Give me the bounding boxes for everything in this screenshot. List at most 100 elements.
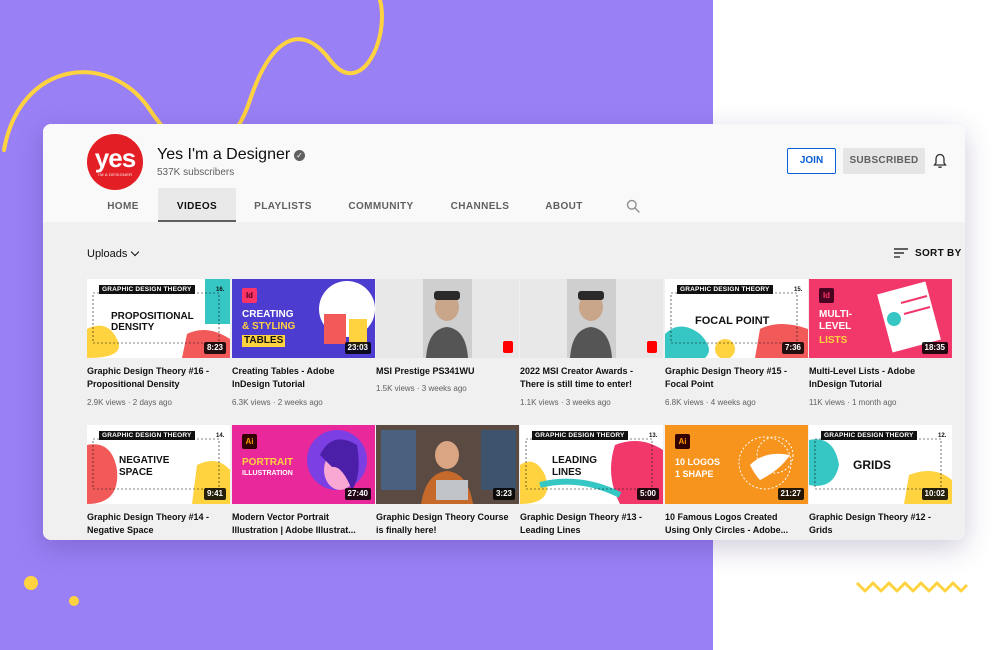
thumbnail-title-line-1: CREATING bbox=[242, 309, 294, 320]
video-duration: 3:23 bbox=[492, 488, 515, 500]
thumbnail-title-line-2: SPACE bbox=[119, 467, 153, 478]
thumbnail-title: PROPOSITIONAL DENSITY bbox=[111, 311, 194, 333]
search-icon[interactable] bbox=[626, 199, 640, 213]
video-card[interactable]: MSI Prestige PS341WU 1.5K views · 3 week… bbox=[376, 279, 519, 419]
video-title[interactable]: Graphic Design Theory #13 - Leading Line… bbox=[520, 511, 660, 537]
thumbnail-badge: GRAPHIC DESIGN THEORY bbox=[99, 285, 195, 294]
video-card[interactable]: GRAPHIC DESIGN THEORY 16. PROPOSITIONAL … bbox=[87, 279, 230, 419]
video-thumbnail[interactable]: Id MULTI- LEVEL LISTS 18:35 bbox=[809, 279, 952, 358]
video-age: 3 weeks ago bbox=[565, 398, 611, 407]
video-card[interactable]: GRAPHIC DESIGN THEORY 12. GRIDS 10:02 Gr… bbox=[809, 425, 952, 540]
video-thumbnail[interactable]: 3:23 bbox=[376, 425, 519, 504]
video-card[interactable]: GRAPHIC DESIGN THEORY 13. LEADING LINES … bbox=[520, 425, 663, 540]
video-title[interactable]: Modern Vector Portrait Illustration | Ad… bbox=[232, 511, 372, 537]
video-card[interactable]: 2022 MSI Creator Awards - There is still… bbox=[520, 279, 663, 419]
thumbnail-title-line-2: 1 SHAPE bbox=[675, 469, 714, 479]
sort-by-button[interactable]: SORT BY bbox=[915, 248, 962, 259]
tab-channels[interactable]: CHANNELS bbox=[441, 188, 519, 222]
thumbnail-title-line-1: MULTI- bbox=[819, 309, 853, 320]
video-age: 3 weeks ago bbox=[421, 384, 467, 393]
video-thumbnail[interactable]: GRAPHIC DESIGN THEORY 13. LEADING LINES … bbox=[520, 425, 663, 504]
channel-tabs: HOME VIDEOS PLAYLISTS COMMUNITY CHANNELS… bbox=[43, 188, 965, 222]
video-card[interactable]: GRAPHIC DESIGN THEORY 14. NEGATIVE SPACE… bbox=[87, 425, 230, 540]
subscribed-button[interactable]: SUBSCRIBED bbox=[843, 148, 925, 174]
shorts-icon bbox=[647, 341, 657, 353]
video-card[interactable]: GRAPHIC DESIGN THEORY 15. FOCAL POINT 7:… bbox=[665, 279, 808, 419]
video-age: 2 days ago bbox=[132, 398, 172, 407]
video-title[interactable]: Graphic Design Theory #14 - Negative Spa… bbox=[87, 511, 227, 537]
thumbnail-badge: GRAPHIC DESIGN THEORY bbox=[821, 431, 917, 440]
thumbnail-title-line-1: PORTRAIT bbox=[242, 457, 294, 468]
channel-avatar[interactable]: yes I'M A DESIGNER bbox=[87, 134, 143, 190]
video-card[interactable]: Ai 10 LOGOS 1 SHAPE 21:27 10 Famous Logo… bbox=[665, 425, 808, 540]
videos-content: Uploads SORT BY GRAPHIC DESIGN THEORY 16… bbox=[43, 222, 965, 540]
video-thumbnail[interactable]: GRAPHIC DESIGN THEORY 16. PROPOSITIONAL … bbox=[87, 279, 230, 358]
notification-bell-icon[interactable] bbox=[933, 153, 947, 169]
video-views: 11K views bbox=[809, 398, 845, 407]
join-button[interactable]: JOIN bbox=[787, 148, 836, 174]
video-title[interactable]: 10 Famous Logos Created Using Only Circl… bbox=[665, 511, 805, 537]
thumbnail-title-line-1: 10 LOGOS bbox=[675, 457, 721, 467]
thumbnail-title-line-1: NEGATIVE bbox=[119, 455, 170, 466]
indesign-app-icon: Id bbox=[242, 288, 257, 303]
thumbnail-title-line-2: & STYLING bbox=[242, 321, 296, 332]
thumbnail-title-line-2: ILLUSTRATION bbox=[242, 470, 293, 477]
video-thumbnail[interactable] bbox=[520, 279, 663, 358]
sort-icon[interactable] bbox=[894, 247, 908, 259]
video-meta: 6.3K views · 2 weeks ago bbox=[232, 398, 323, 407]
video-card[interactable]: Ai PORTRAIT ILLUSTRATION 27:40 Modern Ve… bbox=[232, 425, 375, 540]
illustrator-app-icon: Ai bbox=[675, 434, 690, 449]
video-thumbnail[interactable]: GRAPHIC DESIGN THEORY 15. FOCAL POINT 7:… bbox=[665, 279, 808, 358]
thumbnail-number: 13. bbox=[649, 433, 658, 439]
person-photo-placeholder bbox=[423, 279, 472, 358]
thumbnail-title: GRIDS bbox=[853, 458, 892, 472]
tab-home[interactable]: HOME bbox=[94, 188, 152, 222]
video-thumbnail[interactable]: GRAPHIC DESIGN THEORY 14. NEGATIVE SPACE… bbox=[87, 425, 230, 504]
video-duration: 7:36 bbox=[781, 342, 804, 354]
video-card[interactable]: Id CREATING & STYLING TABLES 23:03 Creat… bbox=[232, 279, 375, 419]
thumbnail-title-line-1: LEADING bbox=[552, 455, 597, 466]
video-views: 6.8K views bbox=[665, 398, 704, 407]
thumbnail-title-line-3: TABLES bbox=[242, 335, 286, 347]
video-card[interactable]: 3:23 Graphic Design Theory Course is fin… bbox=[376, 425, 519, 540]
video-title[interactable]: Graphic Design Theory Course is finally … bbox=[376, 511, 516, 537]
channel-name: Yes I'm a Designer bbox=[157, 146, 291, 163]
video-age: 4 weeks ago bbox=[710, 398, 756, 407]
video-duration: 27:40 bbox=[344, 488, 371, 500]
thumbnail-title-line-3: LISTS bbox=[819, 335, 848, 346]
thumbnail-number: 12. bbox=[938, 433, 947, 439]
tab-community[interactable]: COMMUNITY bbox=[336, 188, 426, 222]
tab-playlists[interactable]: PLAYLISTS bbox=[242, 188, 324, 222]
video-meta: 2.9K views · 2 days ago bbox=[87, 398, 172, 407]
subscriber-count: 537K subscribers bbox=[157, 167, 235, 178]
avatar-logo-text: yes bbox=[94, 143, 136, 173]
video-title[interactable]: Graphic Design Theory #12 - Grids bbox=[809, 511, 949, 537]
video-thumbnail[interactable]: Ai PORTRAIT ILLUSTRATION 27:40 bbox=[232, 425, 375, 504]
video-meta: 1.1K views · 3 weeks ago bbox=[520, 398, 611, 407]
video-thumbnail[interactable]: Ai 10 LOGOS 1 SHAPE 21:27 bbox=[665, 425, 808, 504]
video-title[interactable]: MSI Prestige PS341WU bbox=[376, 365, 516, 378]
video-thumbnail[interactable] bbox=[376, 279, 519, 358]
thumbnail-number: 16. bbox=[216, 287, 225, 293]
thumbnail-title-line-2: LINES bbox=[552, 467, 582, 478]
tab-about[interactable]: ABOUT bbox=[533, 188, 595, 222]
tab-videos[interactable]: VIDEOS bbox=[158, 188, 236, 222]
video-card[interactable]: Id MULTI- LEVEL LISTS 18:35 Multi-Level … bbox=[809, 279, 952, 419]
thumbnail-badge: GRAPHIC DESIGN THEORY bbox=[677, 285, 773, 294]
video-duration: 9:41 bbox=[203, 488, 226, 500]
video-meta: 6.8K views · 4 weeks ago bbox=[665, 398, 756, 407]
channel-header: yes I'M A DESIGNER Yes I'm a Designer ✓ … bbox=[43, 124, 965, 222]
video-title[interactable]: Multi-Level Lists - Adobe InDesign Tutor… bbox=[809, 365, 949, 391]
video-views: 6.3K views bbox=[232, 398, 271, 407]
uploads-dropdown[interactable]: Uploads bbox=[87, 247, 140, 260]
video-thumbnail[interactable]: Id CREATING & STYLING TABLES 23:03 bbox=[232, 279, 375, 358]
video-title[interactable]: 2022 MSI Creator Awards - There is still… bbox=[520, 365, 660, 391]
video-title[interactable]: Creating Tables - Adobe InDesign Tutoria… bbox=[232, 365, 372, 391]
video-title[interactable]: Graphic Design Theory #16 - Propositiona… bbox=[87, 365, 227, 391]
video-duration: 8:23 bbox=[203, 342, 226, 354]
video-duration: 23:03 bbox=[344, 342, 371, 354]
video-title[interactable]: Graphic Design Theory #15 - Focal Point bbox=[665, 365, 805, 391]
thumbnail-number: 14. bbox=[216, 433, 225, 439]
video-duration: 5:00 bbox=[636, 488, 659, 500]
video-thumbnail[interactable]: GRAPHIC DESIGN THEORY 12. GRIDS 10:02 bbox=[809, 425, 952, 504]
